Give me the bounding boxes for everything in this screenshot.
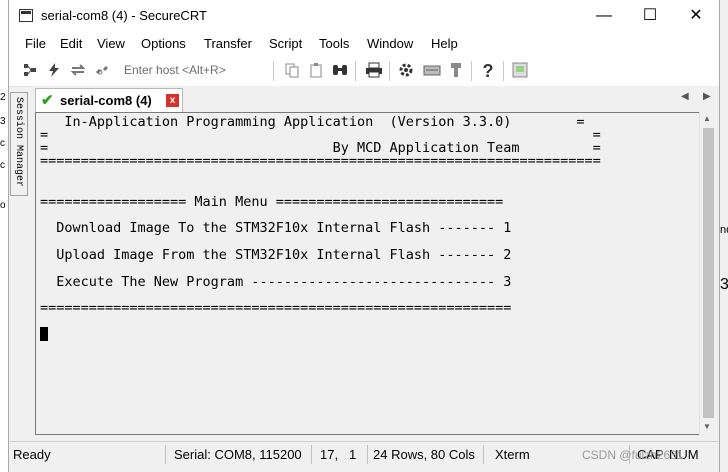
disconnect-icon[interactable] — [93, 62, 111, 80]
status-emulation: Xterm — [495, 447, 530, 462]
status-separator — [367, 445, 368, 464]
status-ready: Ready — [13, 447, 51, 462]
title-bar: serial-com8 (4) - SecureCRT — ☐ ✕ — [9, 0, 719, 32]
app-icon — [19, 9, 33, 22]
print-icon[interactable] — [365, 62, 383, 80]
tab-close-icon[interactable]: x — [166, 94, 179, 107]
toolbar-separator — [471, 61, 472, 81]
toolbar-separator — [503, 61, 504, 81]
csdn-watermark: CSDN @fulzh2631 — [582, 448, 684, 462]
settings-icon[interactable] — [397, 62, 415, 80]
terminal-line: Upload Image From the STM32F10x Internal… — [40, 247, 512, 263]
session-manager-tab[interactable]: Session Manager — [10, 92, 28, 196]
minimize-icon: — — [596, 7, 612, 24]
terminal-line: Download Image To the STM32F10x Internal… — [40, 220, 512, 236]
status-row: 17, — [320, 447, 339, 462]
keymap-icon[interactable] — [423, 62, 441, 80]
connect-icon[interactable] — [21, 62, 39, 80]
bg-fragment: c — [0, 160, 5, 171]
menu-options[interactable]: Options — [141, 36, 186, 51]
screenshot-icon[interactable] — [511, 62, 529, 80]
scroll-up-icon[interactable]: ▲ — [703, 114, 711, 123]
minimize-button[interactable]: — — [581, 0, 627, 32]
bg-fragment: o — [0, 200, 6, 211]
terminal-line: Execute The New Program ----------------… — [40, 274, 512, 290]
quick-connect-icon[interactable] — [45, 62, 63, 80]
status-serial: Serial: COM8, 115200 — [174, 447, 302, 462]
status-separator — [165, 445, 166, 464]
reconnect-icon[interactable] — [69, 62, 87, 80]
terminal-cursor — [40, 327, 48, 341]
terminal-line: ================== Main Menu ===========… — [40, 194, 504, 210]
menu-tools[interactable]: Tools — [319, 36, 349, 51]
session-manager-label: Session Manager — [13, 97, 24, 188]
status-separator — [311, 445, 312, 464]
menu-file[interactable]: File — [25, 36, 46, 51]
bg-fragment: c — [0, 138, 5, 149]
toolbar-separator — [389, 61, 390, 81]
maximize-button[interactable]: ☐ — [627, 0, 673, 32]
find-icon[interactable] — [331, 62, 349, 80]
toolbar-separator — [273, 61, 274, 81]
window-title: serial-com8 (4) - SecureCRT — [41, 8, 207, 23]
close-button[interactable]: ✕ — [673, 0, 719, 32]
securecrt-window: serial-com8 (4) - SecureCRT — ☐ ✕ File E… — [8, 0, 720, 472]
help-icon[interactable]: ? — [479, 62, 497, 80]
menu-window[interactable]: Window — [367, 36, 413, 51]
paste-icon[interactable] — [307, 62, 325, 80]
terminal-scrollbar[interactable]: ▲ ▼ — [699, 112, 717, 435]
session-tab-bar: ✔ serial-com8 (4) x ◀ ▶ — [31, 86, 719, 112]
tab-serial-com8[interactable]: ✔ serial-com8 (4) x — [35, 88, 183, 112]
toolbar-separator — [355, 61, 356, 81]
sftp-icon[interactable] — [447, 62, 465, 80]
maximize-icon: ☐ — [642, 7, 658, 24]
terminal-screen[interactable]: In-Application Programming Application (… — [35, 112, 700, 435]
close-icon: ✕ — [689, 7, 703, 24]
scroll-thumb[interactable] — [703, 128, 714, 418]
menu-script[interactable]: Script — [269, 36, 302, 51]
bg-fragment: 3 — [0, 116, 6, 127]
status-col: 1 — [349, 447, 357, 462]
status-size: 24 Rows, 80 Cols — [373, 447, 475, 462]
menu-edit[interactable]: Edit — [60, 36, 82, 51]
bg-fragment: 2 — [0, 92, 6, 103]
bg-fragment: 3 — [720, 276, 728, 294]
status-separator — [483, 445, 484, 464]
menu-view[interactable]: View — [97, 36, 125, 51]
copy-icon[interactable] — [283, 62, 301, 80]
menu-bar: File Edit View Options Transfer Script T… — [9, 32, 719, 56]
enter-host-field[interactable]: Enter host <Alt+R> — [124, 63, 226, 77]
tab-scroll-left-icon[interactable]: ◀ — [681, 91, 689, 102]
tab-scroll-right-icon[interactable]: ▶ — [703, 91, 711, 102]
connected-check-icon: ✔ — [41, 92, 54, 109]
bg-fragment: nd — [720, 224, 728, 236]
terminal-line: ========================================… — [40, 153, 601, 169]
tab-label: serial-com8 (4) — [60, 93, 152, 108]
scroll-down-icon[interactable]: ▼ — [703, 422, 711, 431]
menu-transfer[interactable]: Transfer — [204, 36, 252, 51]
toolbar: Enter host <Alt+R> ? — [9, 56, 719, 87]
menu-help[interactable]: Help — [431, 36, 458, 51]
terminal-line: ========================================… — [40, 300, 512, 316]
